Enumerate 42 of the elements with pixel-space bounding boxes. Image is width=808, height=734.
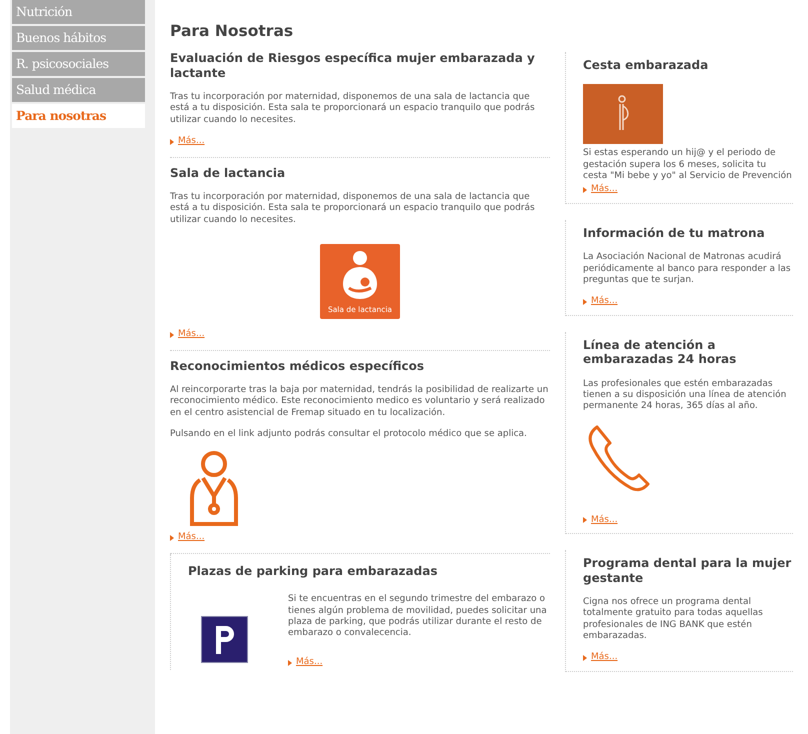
sidebar-item[interactable]: Salud médica	[12, 78, 145, 102]
triangle-icon	[170, 534, 174, 541]
card-title: Línea de atención a embarazadas 24 horas	[583, 338, 738, 367]
page-title: Para Nosotras	[170, 22, 294, 42]
parking-sign-icon	[201, 616, 248, 664]
more-link[interactable]: Más...	[170, 136, 205, 148]
more-link[interactable]: Más...	[583, 652, 618, 664]
card-text: Cigna nos ofrece un programa dental totalmente gratuito para todas aquellas profesionales de ING BANK que estén embarazadas.	[583, 597, 764, 642]
card-title: Información de tu matrona	[583, 226, 766, 240]
pregnant-woman-icon	[583, 84, 663, 144]
sidebar-item[interactable]: Para nosotras	[12, 104, 145, 128]
paragraph: Pulsando en el link adjunto podrás consultar el protocolo médico que se aplica.	[170, 428, 528, 440]
paragraph: Si te encuentras en el segundo trimestre del embarazo o tienes algún problema de movilidad, puedes solicitar una plaza de parking, que podrás utilizar durante el resto de embarazo o convalecencia.	[288, 594, 548, 640]
section-title: Plazas de parking para embarazadas	[188, 564, 438, 578]
paragraph: Al reincorporarte tras la baja por maternidad, tendrás la posibilidad de realizarte un reconocimiento médico. Este reconocimiento medico es voluntario y será realizado en el centro asistencial de Fremap situado en tu localización.	[170, 385, 550, 419]
more-link[interactable]: Más...	[170, 328, 205, 340]
more-link[interactable]: Más...	[170, 532, 205, 544]
card-title: Cesta embarazada	[583, 58, 710, 72]
doctor-icon	[190, 450, 238, 526]
card-title: Programa dental para la mujer gestante	[583, 556, 792, 586]
triangle-icon	[583, 654, 587, 661]
sidebar-item[interactable]: R. psicosociales	[12, 52, 145, 76]
more-link[interactable]: Más...	[583, 514, 618, 526]
card-text: La Asociación Nacional de Matronas acudirá periódicamente al banco para responder a las preguntas que te surjan.	[583, 252, 792, 286]
card-text: Si estas esperando un hij@ y el periodo de gestación supera los 6 meses, solicita tu cesta "Mi bebe y yo" al Servicio de Prevención	[583, 148, 793, 182]
more-link[interactable]: Más...	[583, 296, 618, 308]
more-link[interactable]: Más...	[288, 657, 323, 669]
paragraph: Tras tu incorporación por maternidad, disponemos de una sala de lactancia que está a tu disposición. Esta sala te proporcionará un espacio tranquilo que podrás utilizar cuando lo necesites.	[170, 92, 536, 126]
triangle-icon	[583, 298, 587, 305]
card-text: Las profesionales que estén embarazadas tienen a su disposición una línea de atención permanente 24 horas, 365 días al año.	[583, 378, 788, 413]
triangle-icon	[583, 186, 587, 193]
sidebar-item[interactable]: Nutrición	[12, 0, 145, 24]
paragraph: Tras tu incorporación por maternidad, disponemos de una sala de lactancia que está a tu disposición. Esta sala te proporcionará un espacio tranquilo que podrás utilizar cuando lo necesites.	[170, 192, 536, 226]
section-title: Sala de lactancia	[170, 166, 286, 180]
section-title: Evaluación de Riesgos específica mujer embarazada y lactante	[170, 51, 536, 80]
sidebar-item[interactable]: Buenos hábitos	[12, 26, 145, 50]
triangle-icon	[170, 332, 174, 338]
section-title: Reconocimientos médicos específicos	[170, 358, 426, 374]
triangle-icon	[583, 517, 587, 524]
triangle-icon	[288, 660, 292, 666]
more-link[interactable]: Más...	[583, 184, 618, 196]
triangle-icon	[170, 138, 174, 145]
